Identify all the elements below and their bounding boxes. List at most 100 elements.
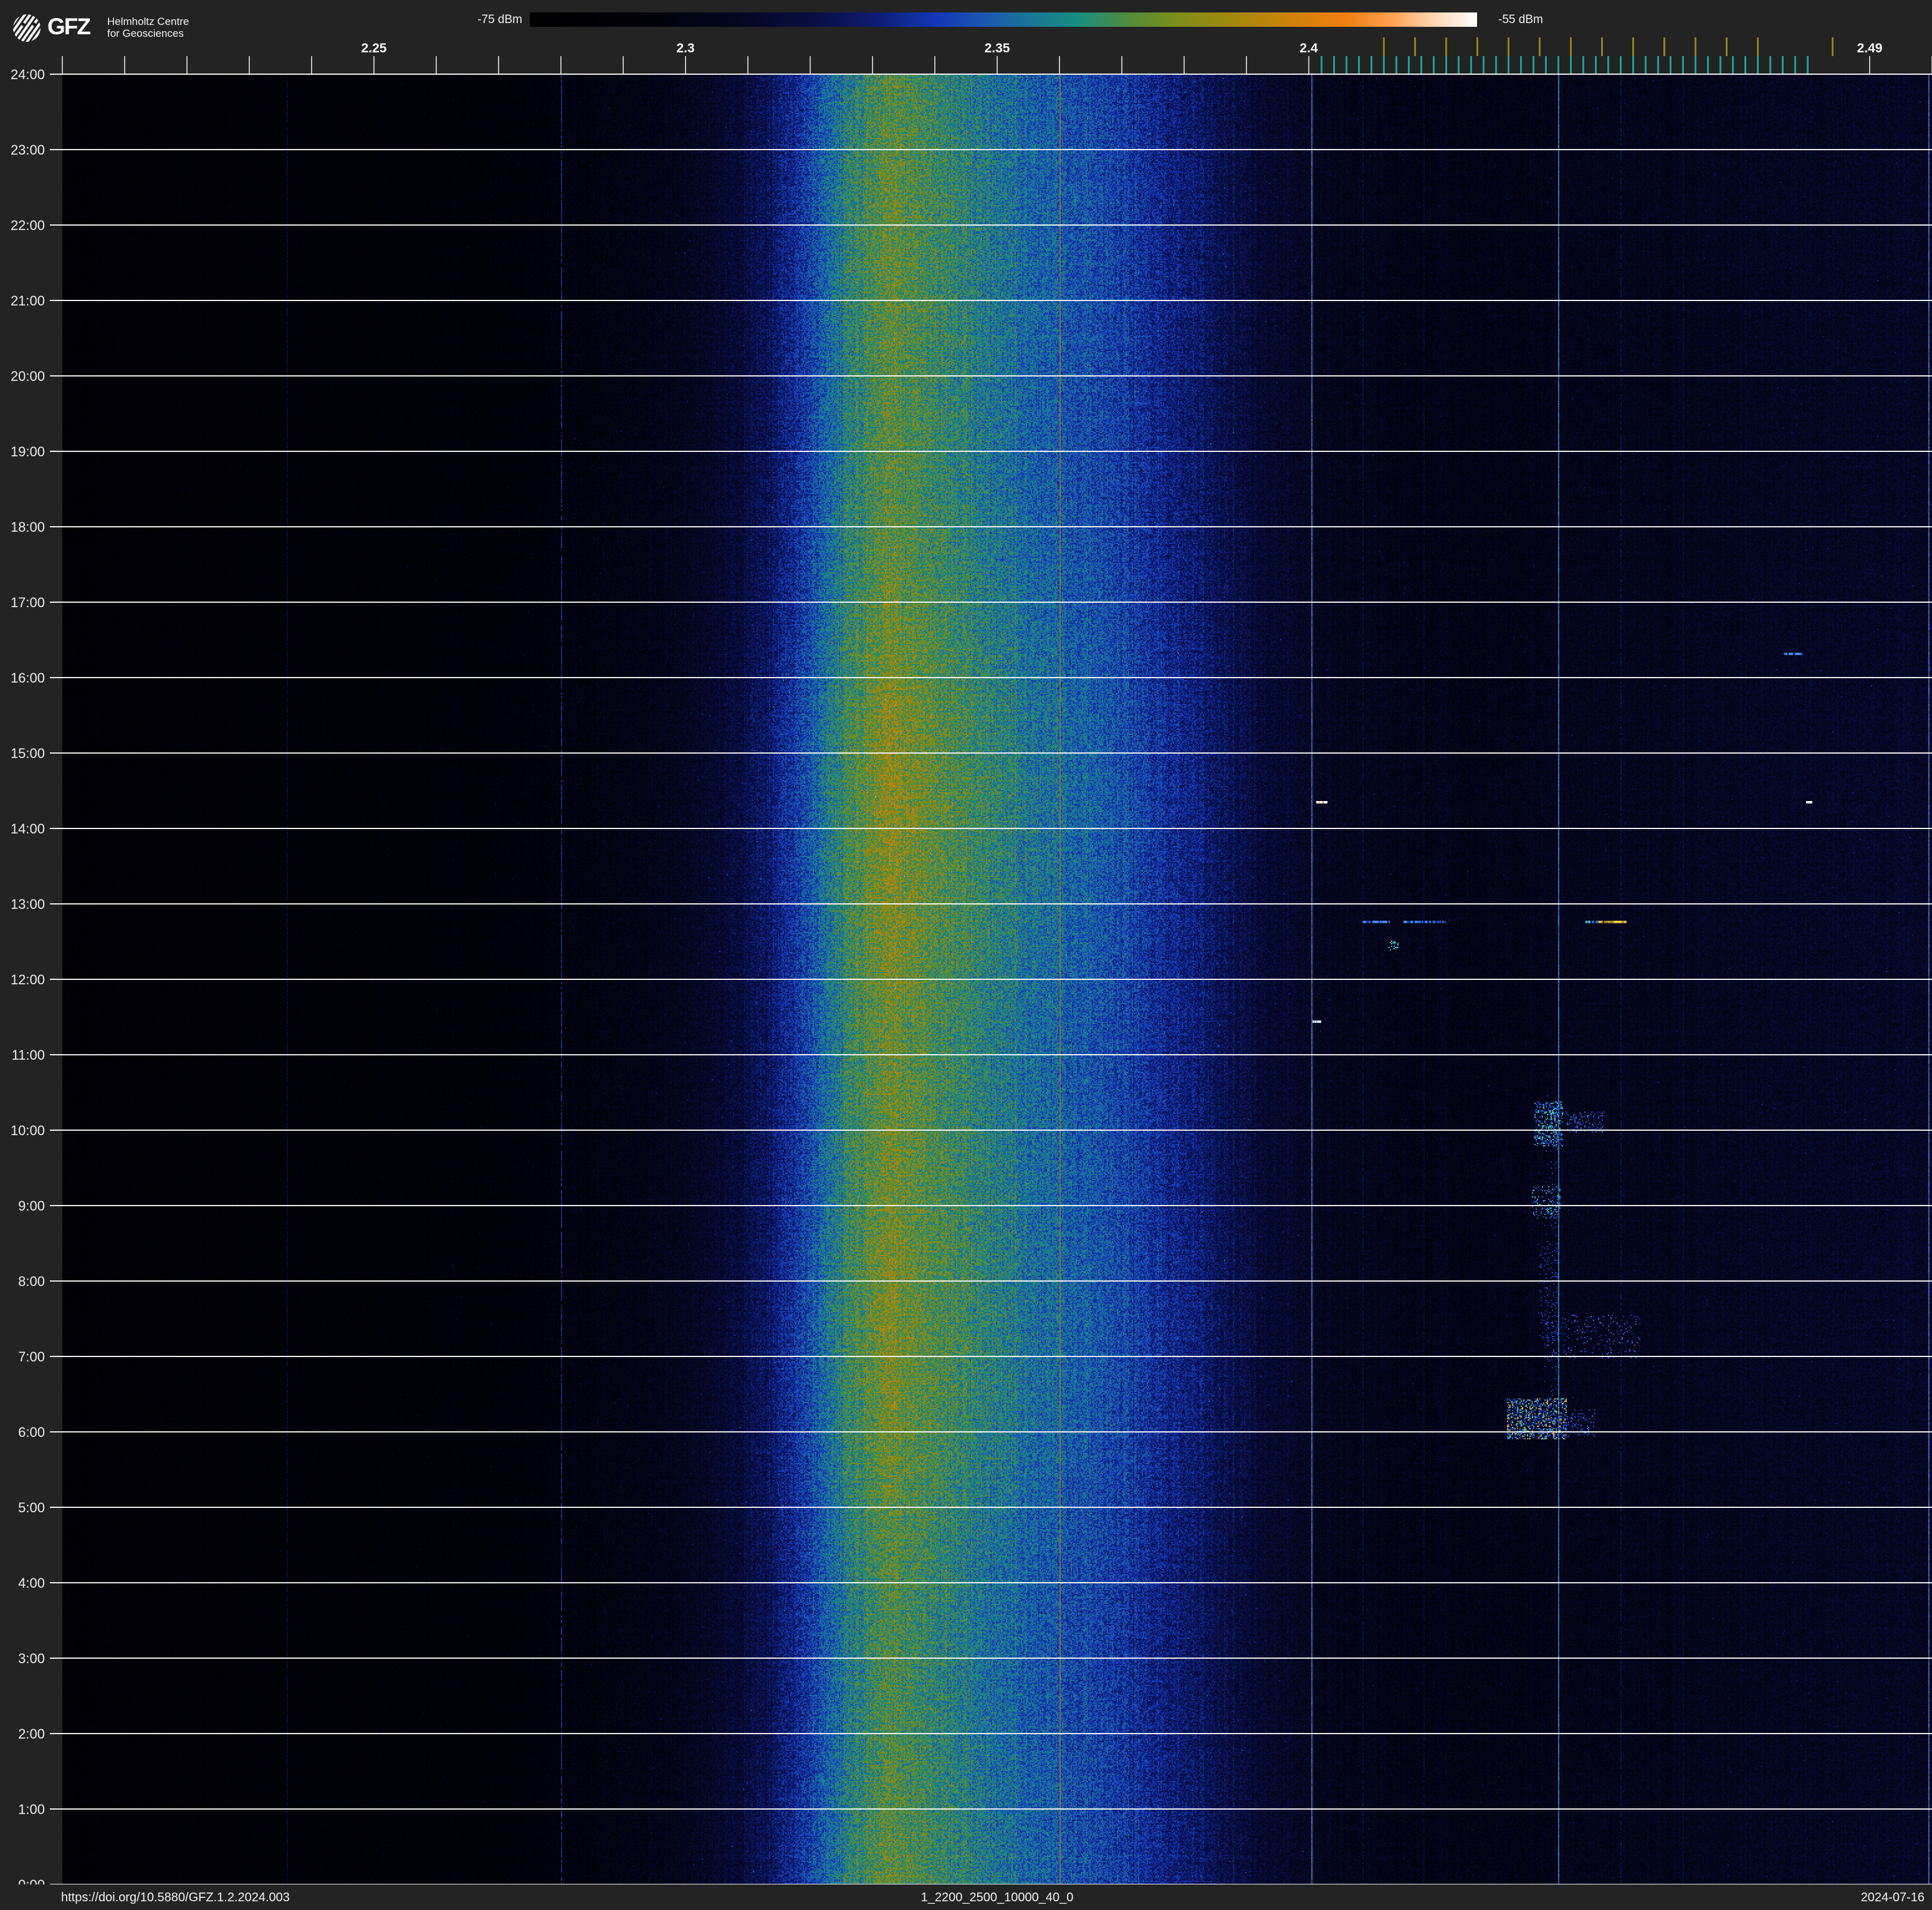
time-axis-label: 13:00: [10, 896, 45, 912]
freq-minor-tick: [436, 56, 437, 74]
hour-gridline: [50, 451, 1932, 452]
colorbar-min-label: -75 dBm: [477, 13, 522, 26]
time-axis-label: 24:00: [10, 67, 45, 82]
ble-channel-tick: [1595, 56, 1597, 74]
freq-minor-tick: [1308, 56, 1309, 74]
time-axis-label: 9:00: [18, 1198, 45, 1214]
ble-channel-tick: [1395, 56, 1397, 74]
time-axis-label: 11:00: [11, 1047, 45, 1063]
ble-channel-tick: [1533, 56, 1534, 74]
hour-gridline: [50, 602, 1932, 603]
freq-minor-tick: [810, 56, 811, 74]
time-axis-label: 15:00: [10, 746, 45, 761]
hour-gridline: [50, 1808, 1932, 1810]
hour-gridline: [50, 1507, 1932, 1508]
time-axis-label: 7:00: [18, 1349, 45, 1365]
wifi-channel-tick: [1445, 37, 1447, 56]
wifi-channel-tick: [1508, 37, 1509, 56]
ble-channel-tick: [1383, 56, 1385, 74]
hour-gridline: [50, 677, 1932, 678]
ble-channel-tick: [1707, 56, 1709, 74]
ble-channel-tick: [1408, 56, 1410, 74]
freq-minor-tick: [62, 56, 63, 74]
time-axis-label: 20:00: [10, 368, 45, 384]
ble-channel-tick: [1333, 56, 1335, 74]
freq-axis-label: 2.49: [1857, 41, 1883, 55]
ble-channel-tick: [1794, 56, 1796, 74]
time-axis-label: 10:00: [10, 1123, 45, 1138]
time-axis-label: 3:00: [18, 1651, 45, 1666]
freq-minor-tick: [934, 56, 935, 74]
wifi-channel-tick: [1726, 37, 1728, 56]
ble-channel-tick: [1508, 56, 1509, 74]
ble-channel-tick: [1433, 56, 1435, 74]
time-axis-label: 23:00: [10, 142, 45, 158]
freq-minor-tick: [186, 56, 188, 74]
org-name-line1: Helmholtz Centre: [107, 16, 189, 27]
spectrogram-monitor-page: { "window": {"width": 3100, "height": 30…: [0, 0, 1932, 1910]
freq-minor-tick: [498, 56, 499, 74]
hour-gridline: [50, 1582, 1932, 1583]
ble-channel-tick: [1670, 56, 1671, 74]
time-axis-label: 8:00: [18, 1274, 45, 1289]
hour-gridline: [50, 903, 1932, 905]
time-axis-label: 19:00: [10, 444, 45, 459]
freq-minor-tick: [1869, 56, 1870, 74]
ble-channel-tick: [1520, 56, 1522, 74]
ble-channel-tick: [1695, 56, 1696, 74]
ble-channel-tick: [1346, 56, 1347, 74]
time-axis-label: 21:00: [10, 293, 45, 309]
gfz-globe-icon: [13, 14, 41, 42]
ble-channel-tick: [1420, 56, 1422, 74]
ble-channel-tick: [1321, 56, 1322, 74]
wifi-channel-tick: [1695, 37, 1696, 56]
freq-minor-tick: [1121, 56, 1122, 74]
hour-gridline: [50, 1658, 1932, 1659]
freq-axis-label: 2.25: [361, 41, 387, 55]
ble-channel-tick: [1607, 56, 1609, 74]
org-name-line2: for Geosciences: [107, 27, 184, 39]
ble-channel-tick: [1570, 56, 1572, 74]
ble-channel-tick: [1557, 56, 1559, 74]
time-axis-label: 16:00: [10, 670, 45, 686]
freq-minor-tick: [249, 56, 250, 74]
ble-channel-tick: [1744, 56, 1746, 74]
time-axis-label: 4:00: [18, 1575, 45, 1591]
freq-minor-tick: [124, 56, 125, 74]
hour-gridline: [50, 1356, 1932, 1357]
ble-channel-tick: [1782, 56, 1784, 74]
freq-axis-label: 2.4: [1299, 41, 1318, 55]
freq-minor-tick: [1184, 56, 1185, 74]
hour-gridline: [50, 1431, 1932, 1432]
wifi-channel-tick: [1539, 37, 1541, 56]
ble-channel-tick: [1632, 56, 1634, 74]
wifi-channel-tick: [1663, 37, 1665, 56]
ble-channel-tick: [1682, 56, 1684, 74]
ble-channel-tick: [1358, 56, 1360, 74]
freq-minor-tick: [997, 56, 998, 74]
time-axis-label: 17:00: [10, 595, 45, 610]
hour-gridline: [50, 74, 1932, 75]
hour-gridline: [50, 1205, 1932, 1206]
hour-gridline: [50, 828, 1932, 829]
ble-channel-tick: [1807, 56, 1809, 74]
freq-minor-tick: [747, 56, 748, 74]
ble-channel-tick: [1657, 56, 1659, 74]
hour-gridline: [50, 300, 1932, 301]
ble-channel-tick: [1757, 56, 1759, 74]
ble-channel-tick: [1370, 56, 1372, 74]
hour-gridline: [50, 1054, 1932, 1055]
wifi-channel-tick: [1601, 37, 1603, 56]
footer: https://doi.org/10.5880/GFZ.1.2.2024.003…: [0, 1884, 1932, 1910]
colorbar-gradient: [530, 12, 1477, 27]
freq-minor-tick: [685, 56, 686, 74]
freq-axis-label: 2.3: [676, 41, 695, 55]
time-axis-label: 12:00: [10, 972, 45, 987]
freq-minor-tick: [373, 56, 375, 74]
hour-gridline: [50, 1280, 1932, 1282]
wifi-channel-tick: [1632, 37, 1634, 56]
hour-gridline: [50, 224, 1932, 226]
freq-axis-label: 2.35: [984, 41, 1010, 55]
time-axis-label: 14:00: [10, 821, 45, 837]
hour-gridline: [50, 1130, 1932, 1131]
